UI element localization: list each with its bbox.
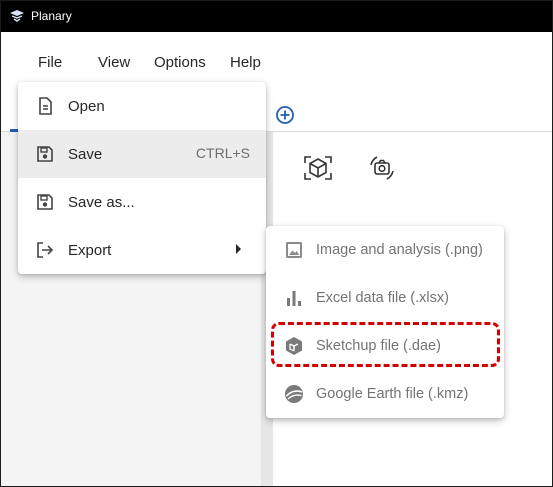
window-title: Planary	[31, 9, 72, 23]
google-earth-icon	[285, 385, 303, 403]
file-menu-save-as[interactable]: Save as...	[18, 178, 266, 226]
floppy-disk-icon	[37, 146, 53, 162]
menu-file[interactable]: File	[38, 54, 62, 71]
file-menu-open[interactable]: Open	[18, 82, 266, 130]
file-menu-open-label: Open	[68, 97, 105, 115]
file-menu-save[interactable]: Save CTRL+S	[18, 130, 266, 178]
export-submenu: Image and analysis (.png) Excel data fil…	[266, 226, 504, 418]
file-menu-export[interactable]: Export	[18, 226, 266, 274]
planary-logo-icon	[10, 10, 24, 22]
add-tab-icon[interactable]	[275, 105, 295, 125]
floppy-disk-icon	[37, 194, 53, 210]
app-window: Planary File View Options Help Open Save…	[0, 0, 553, 487]
menu-bar: File View Options Help	[1, 32, 552, 88]
sketchup-icon	[286, 337, 302, 355]
file-menu-save-as-label: Save as...	[68, 193, 135, 211]
menu-view[interactable]: View	[98, 54, 130, 71]
menu-help[interactable]: Help	[230, 54, 261, 71]
bar-chart-icon	[287, 291, 301, 306]
file-menu-save-label: Save	[68, 145, 103, 163]
camera-rotate-icon[interactable]	[365, 151, 399, 185]
cube-view-icon[interactable]	[301, 151, 335, 185]
document-icon	[39, 97, 52, 115]
export-xlsx-label: Excel data file (.xlsx)	[316, 290, 449, 306]
title-bar: Planary	[1, 1, 552, 32]
export-png-label: Image and analysis (.png)	[316, 242, 483, 258]
export-png[interactable]: Image and analysis (.png)	[266, 226, 504, 274]
export-kmz[interactable]: Google Earth file (.kmz)	[266, 370, 504, 418]
image-icon	[286, 242, 302, 258]
export-arrow-icon	[37, 242, 54, 258]
submenu-arrow-icon	[236, 244, 241, 254]
export-dae[interactable]: Sketchup file (.dae)	[266, 322, 504, 370]
export-kmz-label: Google Earth file (.kmz)	[316, 386, 469, 402]
export-xlsx[interactable]: Excel data file (.xlsx)	[266, 274, 504, 322]
menu-options[interactable]: Options	[154, 54, 206, 71]
save-shortcut: CTRL+S	[195, 145, 250, 161]
file-menu-export-label: Export	[68, 241, 112, 259]
file-menu: Open Save CTRL+S Save as... Export	[18, 82, 266, 274]
export-dae-label: Sketchup file (.dae)	[316, 338, 441, 354]
